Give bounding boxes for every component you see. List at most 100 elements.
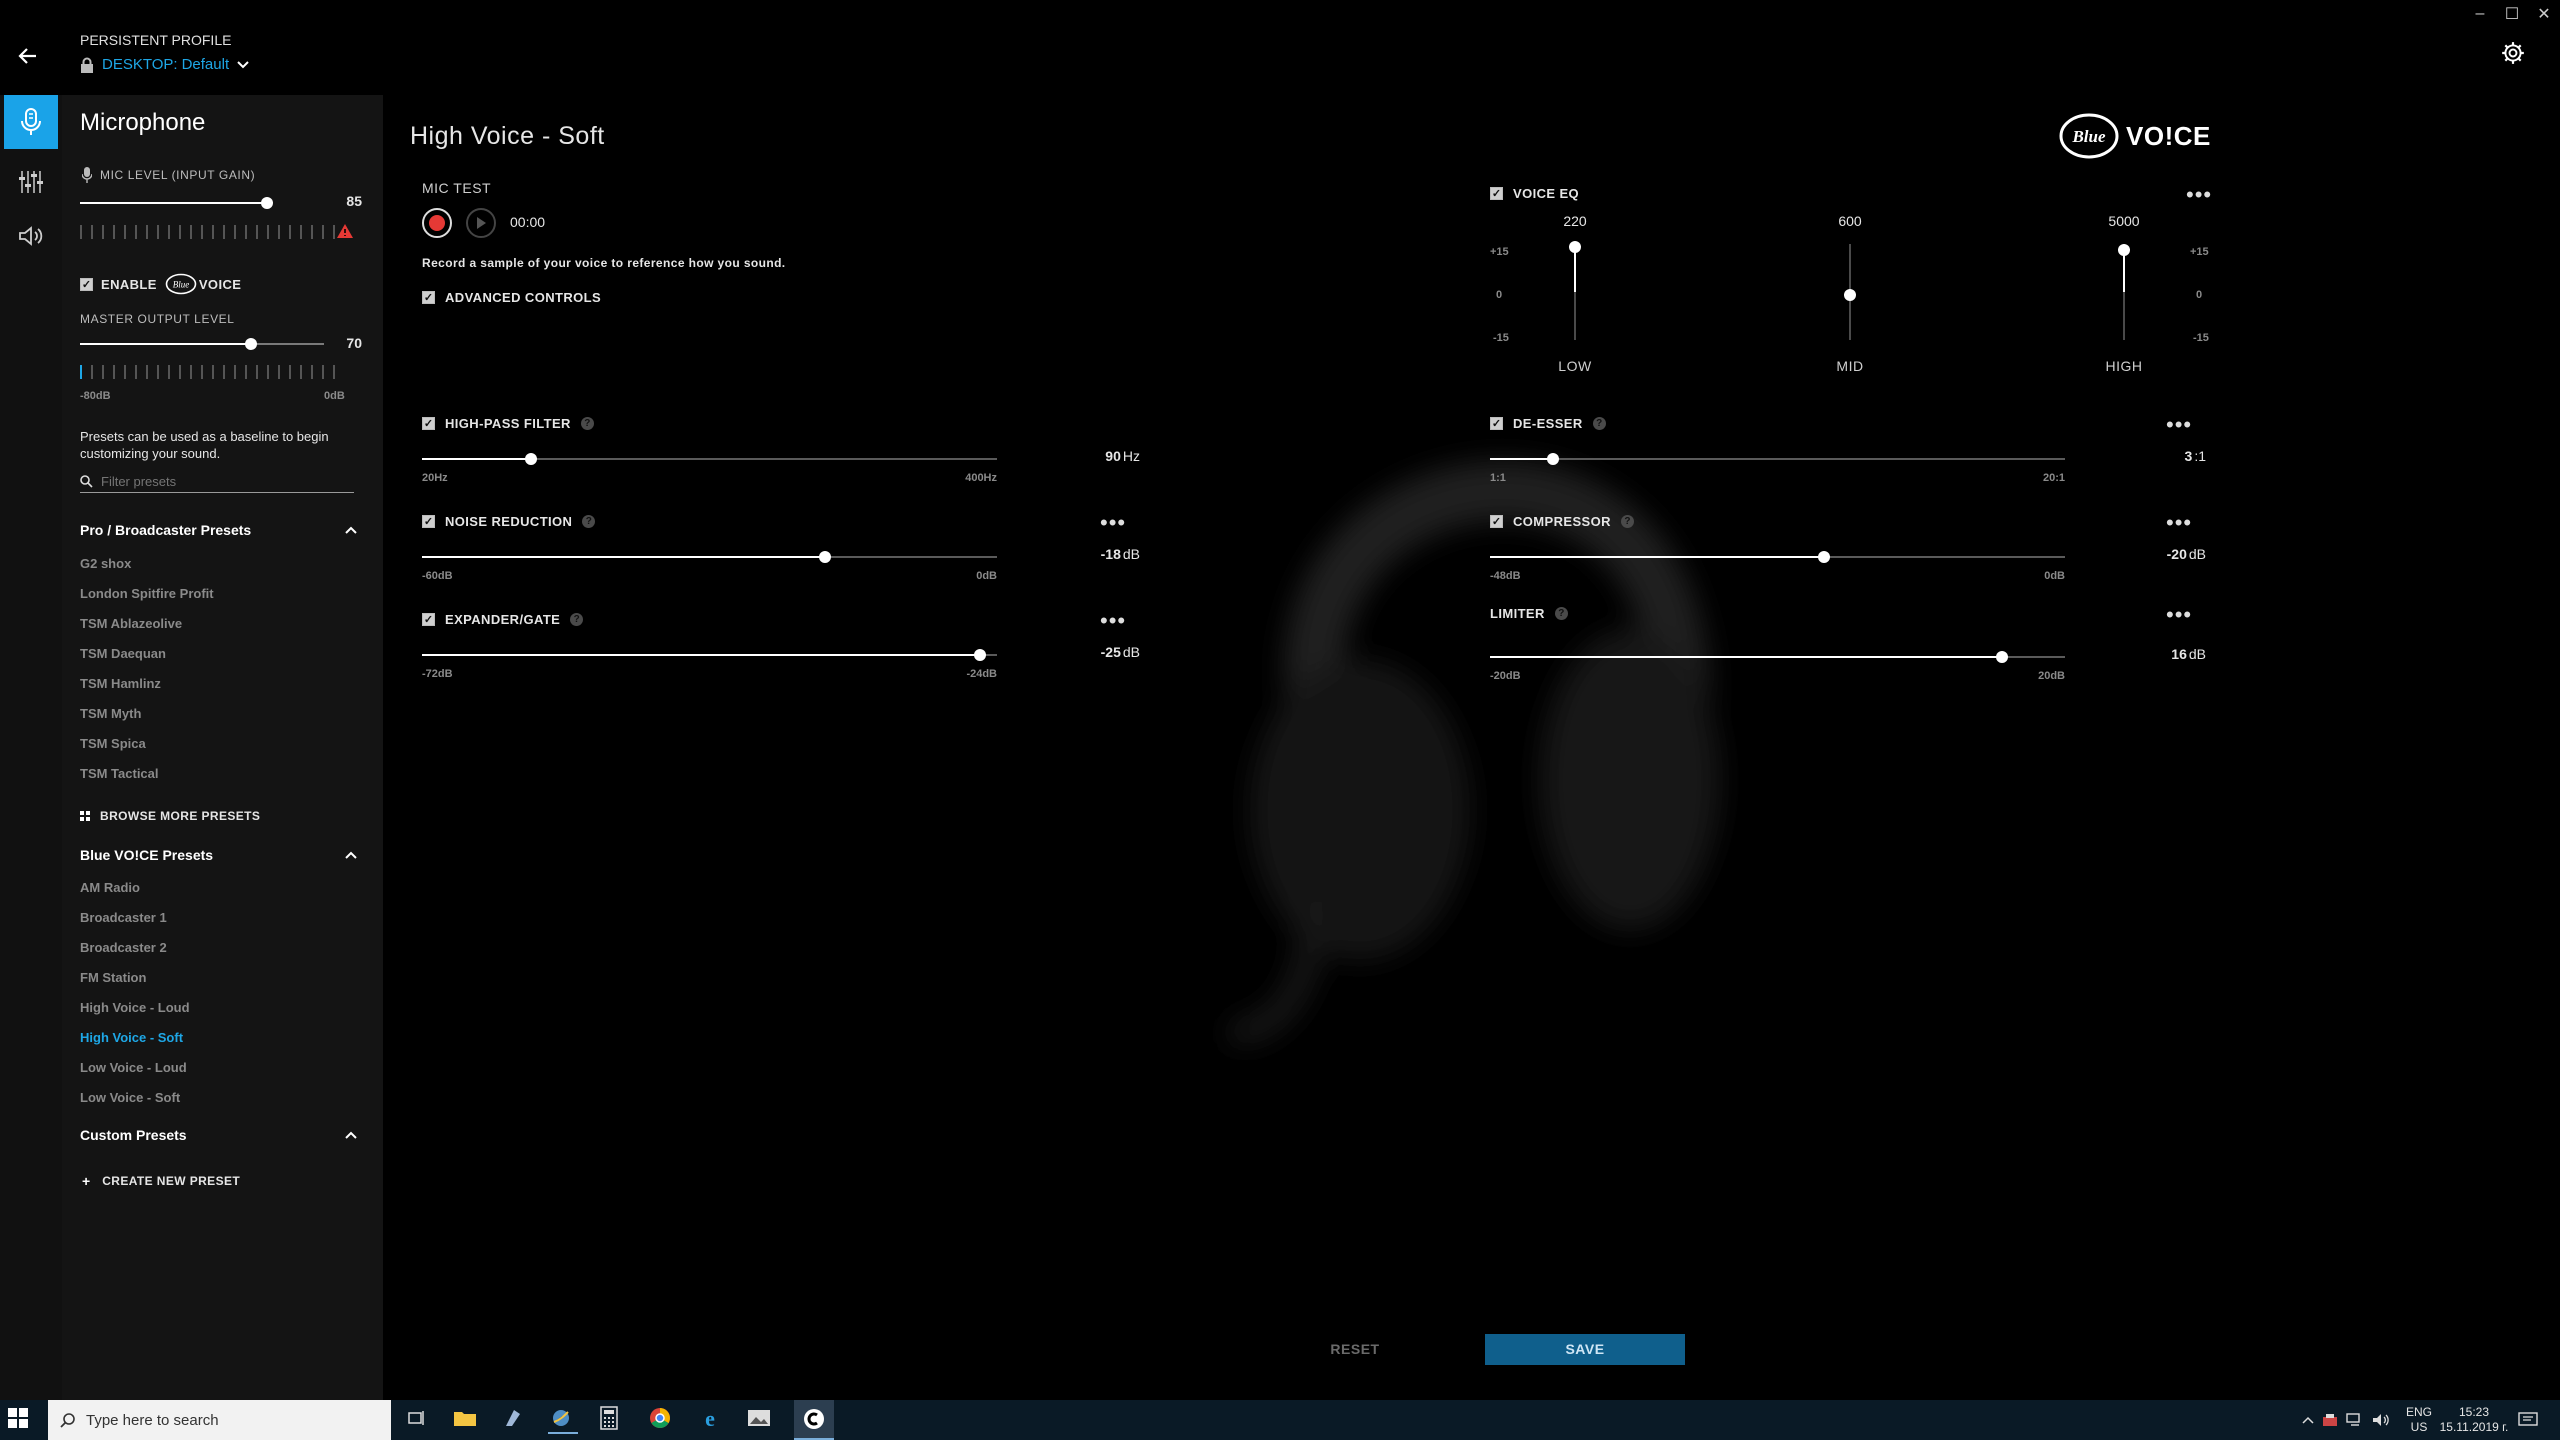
app-icon[interactable] [548,1406,578,1434]
file-explorer-icon[interactable] [452,1406,482,1434]
preset-item[interactable]: Broadcaster 2 [80,940,167,955]
voice-eq-checkbox[interactable]: ✓ [1490,187,1503,200]
master-output-knob[interactable] [244,338,257,350]
chevron-up-icon[interactable] [345,526,357,534]
noise-reduction-toggle[interactable]: ✓ NOISE REDUCTION? [422,514,596,529]
preset-item[interactable]: FM Station [80,970,146,985]
logitech-ghub-icon[interactable] [794,1400,834,1440]
help-icon[interactable]: ? [1620,515,1634,528]
high-pass-filter-value: 90 [1105,448,1121,464]
save-button[interactable]: SAVE [1485,1334,1685,1365]
windows-start-icon[interactable] [8,1408,32,1432]
maximize-icon[interactable]: ☐ [2496,0,2528,28]
limiter-knob[interactable] [1995,651,2008,663]
chevron-up-icon[interactable] [345,1131,357,1139]
preset-item[interactable]: Low Voice - Loud [80,1060,187,1075]
record-button[interactable] [422,208,452,238]
compressor-knob[interactable] [1817,551,1830,563]
group-blue-presets[interactable]: Blue VO!CE Presets [80,847,213,863]
limiter-toggle[interactable]: LIMITER? [1490,606,1568,621]
group-pro-presets[interactable]: Pro / Broadcaster Presets [80,522,251,538]
help-icon[interactable]: ? [580,417,594,430]
photos-icon[interactable] [746,1406,776,1434]
preset-item[interactable]: Broadcaster 1 [80,910,167,925]
high-pass-filter-toggle[interactable]: ✓ HIGH-PASS FILTER? [422,416,594,431]
expander-gate-more-icon[interactable]: ••• [1100,610,1126,632]
group-custom-presets[interactable]: Custom Presets [80,1127,187,1143]
noise-reduction-knob[interactable] [818,551,831,563]
svg-text:e: e [705,1406,715,1430]
chevron-up-icon[interactable] [2302,1416,2314,1424]
preset-item[interactable]: TSM Daequan [80,646,166,661]
preset-item[interactable]: AM Radio [80,880,140,895]
limiter-more-icon[interactable]: ••• [2166,604,2192,626]
compressor-more-icon[interactable]: ••• [2166,512,2192,534]
calculator-icon[interactable] [598,1406,628,1434]
preset-item[interactable]: TSM Spica [80,736,146,751]
preset-item[interactable]: G2 shox [80,556,131,571]
play-button[interactable] [466,208,496,238]
minimize-icon[interactable]: – [2464,0,2496,28]
preset-item[interactable]: London Spitfire Profit [80,586,214,601]
notifications-icon[interactable] [2518,1412,2538,1428]
enable-voice-row[interactable]: ✓ ENABLE Blue VOICE [80,273,241,295]
enable-voice-checkbox[interactable]: ✓ [80,277,93,291]
task-view-icon[interactable] [404,1406,434,1434]
expander-gate-toggle[interactable]: ✓ EXPANDER/GATE? [422,612,584,627]
eq-band-knob[interactable] [1569,241,1581,254]
advanced-controls-toggle[interactable]: ✓ ADVANCED CONTROLS [422,290,601,305]
keyboard-language[interactable]: ENG US [2404,1405,2434,1435]
gear-icon[interactable] [2500,40,2536,76]
de-esser-checkbox[interactable]: ✓ [1490,417,1503,430]
expander-gate-checkbox[interactable]: ✓ [422,613,435,626]
network-icon[interactable] [2346,1413,2364,1427]
taskbar: Type here to search e ENG US 15:23 15.11… [0,1400,2560,1440]
preset-item[interactable]: TSM Tactical [80,766,159,781]
preset-item[interactable]: TSM Hamlinz [80,676,161,691]
advanced-controls-checkbox[interactable]: ✓ [422,291,435,304]
help-icon[interactable]: ? [1554,607,1568,620]
preset-item[interactable]: Low Voice - Soft [80,1090,180,1105]
high-pass-filter-checkbox[interactable]: ✓ [422,417,435,430]
de-esser-toggle[interactable]: ✓ DE-ESSER? [1490,416,1606,431]
filter-presets-input[interactable] [101,474,341,489]
compressor-checkbox[interactable]: ✓ [1490,515,1503,528]
volume-icon[interactable] [2372,1413,2390,1427]
profile-selector[interactable]: DESKTOP: Default [80,56,249,73]
voice-eq-more-icon[interactable]: ••• [2186,184,2212,206]
microphone-tab-icon[interactable] [4,95,58,149]
noise-reduction-more-icon[interactable]: ••• [1100,512,1126,534]
preset-item[interactable]: High Voice - Loud [80,1000,190,1015]
eq-band-knob[interactable] [1844,289,1856,302]
chevron-up-icon[interactable] [345,851,357,859]
speaker-tab-icon[interactable] [4,209,58,263]
equalizer-tab-icon[interactable] [4,155,58,209]
taskbar-search[interactable]: Type here to search [48,1400,391,1440]
de-esser-more-icon[interactable]: ••• [2166,414,2192,436]
voice-eq-toggle[interactable]: ✓ VOICE EQ [1490,186,1579,201]
close-icon[interactable]: ✕ [2528,0,2560,28]
internet-explorer-icon[interactable]: e [698,1406,728,1434]
expander-gate-knob[interactable] [973,649,986,661]
reset-button[interactable]: RESET [1300,1334,1410,1364]
filter-presets-field[interactable] [80,471,354,493]
tray-app-icon[interactable] [2322,1413,2338,1427]
preset-item[interactable]: TSM Myth [80,706,141,721]
preset-item[interactable]: High Voice - Soft [80,1030,183,1045]
chrome-icon[interactable] [648,1406,678,1434]
preset-item[interactable]: TSM Ablazeolive [80,616,182,631]
noise-reduction-checkbox[interactable]: ✓ [422,515,435,528]
eq-band-knob[interactable] [2118,244,2130,257]
help-icon[interactable]: ? [582,515,596,528]
browse-more-presets-button[interactable]: BROWSE MORE PRESETS [80,809,260,823]
compressor-toggle[interactable]: ✓ COMPRESSOR? [1490,514,1634,529]
app-icon[interactable] [500,1406,530,1434]
limiter-max-label: 20dB [2038,670,2065,682]
help-icon[interactable]: ? [570,613,584,626]
help-icon[interactable]: ? [1592,417,1606,430]
mic-level-knob[interactable] [261,197,273,209]
create-new-preset-button[interactable]: + CREATE NEW PRESET [82,1173,240,1189]
high-pass-filter-knob[interactable] [525,453,538,465]
clock[interactable]: 15:23 15.11.2019 г. [2436,1405,2512,1435]
back-arrow-icon[interactable] [16,44,46,74]
